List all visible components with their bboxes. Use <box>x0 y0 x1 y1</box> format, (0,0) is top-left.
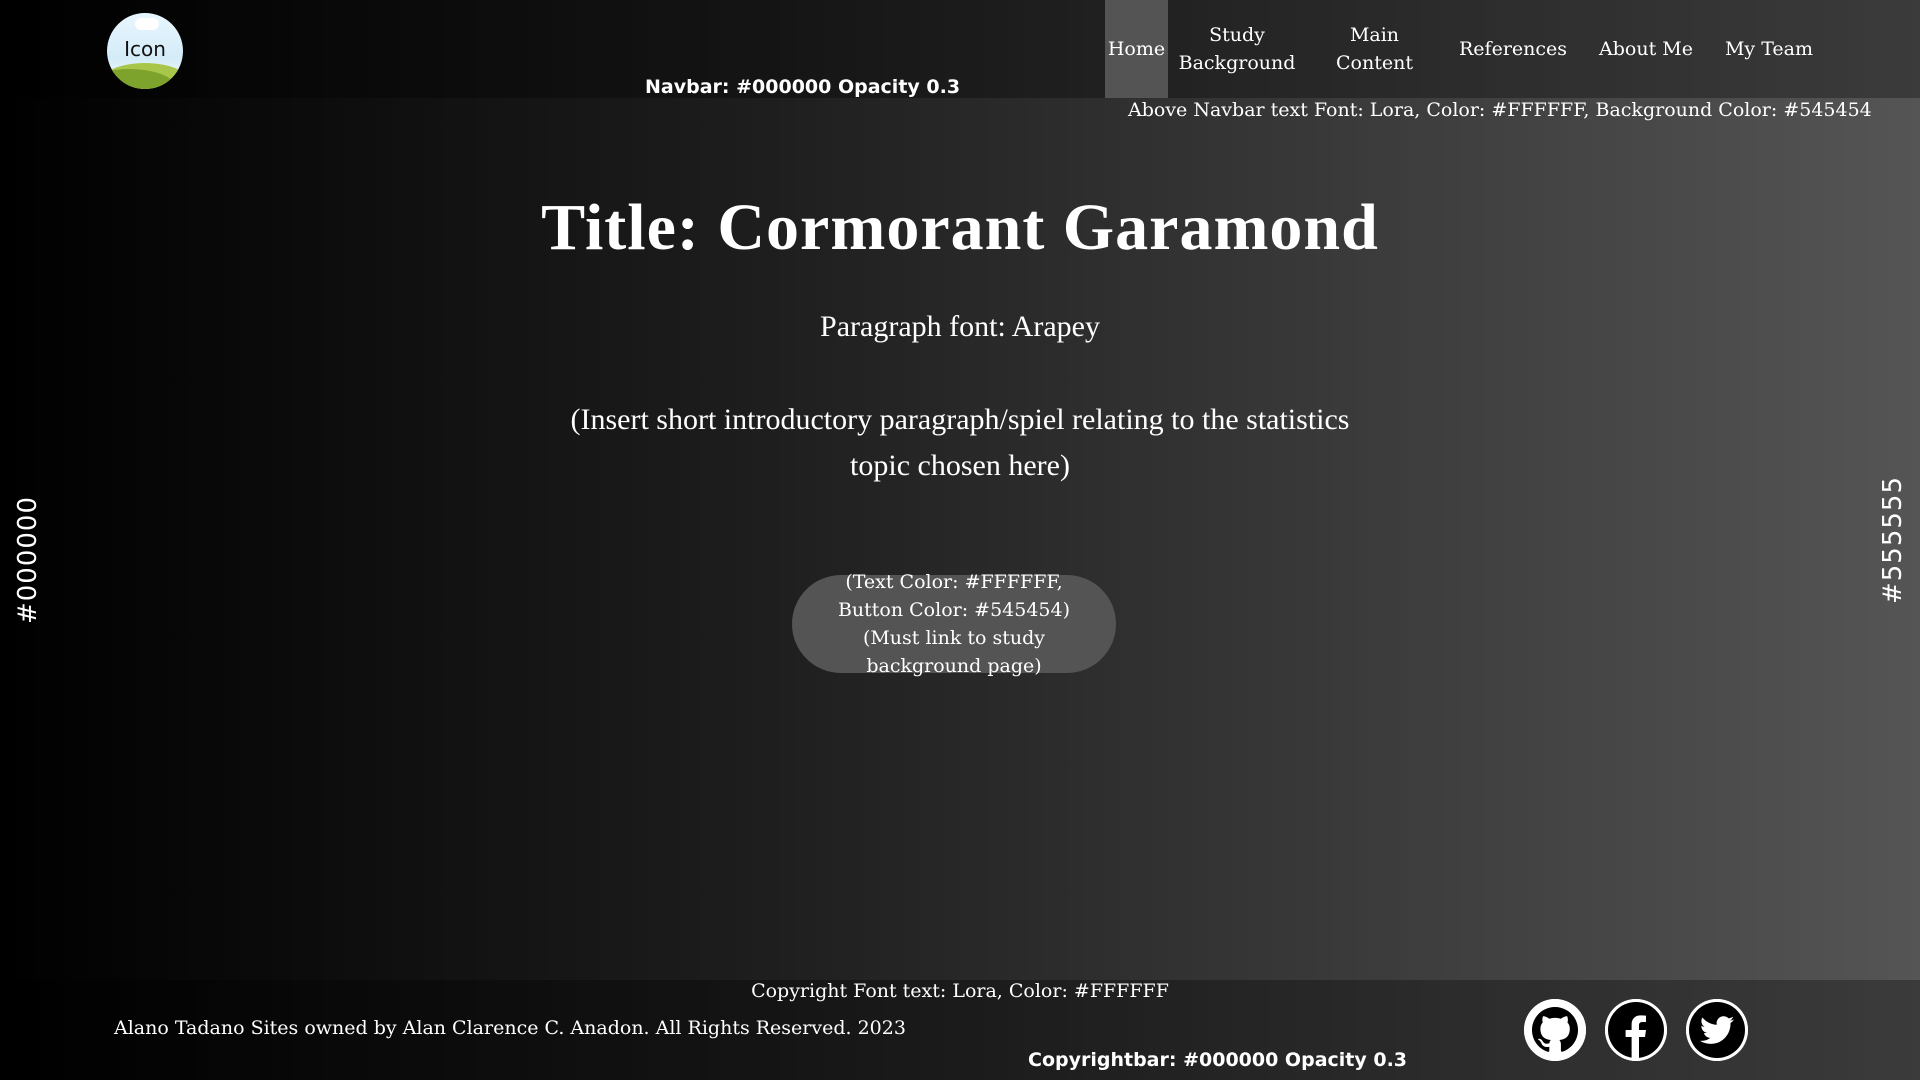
github-link[interactable] <box>1524 999 1586 1061</box>
nav-item-home[interactable]: Home <box>1105 0 1168 98</box>
study-background-button[interactable]: (Text Color: #FFFFFF, Button Color: #545… <box>792 571 1116 677</box>
twitter-link[interactable] <box>1686 999 1748 1061</box>
nav-menu: Home Study Background Main Content Refer… <box>1105 0 1829 98</box>
nav-item-about-me[interactable]: About Me <box>1583 0 1709 98</box>
nav-item-main-content[interactable]: Main Content <box>1306 0 1443 98</box>
nav-item-references[interactable]: References <box>1443 0 1583 98</box>
navbar-note: Navbar: #000000 Opacity 0.3 <box>645 76 961 98</box>
facebook-icon <box>1605 999 1667 1061</box>
nav-item-my-team[interactable]: My Team <box>1709 0 1829 98</box>
paragraph-font-note: Paragraph font: Arapey <box>820 310 1100 343</box>
nav-item-study-background[interactable]: Study Background <box>1168 0 1306 98</box>
logo-label: Icon <box>124 37 166 61</box>
page-title: Title: Cormorant Garamond <box>541 191 1379 264</box>
right-color-label: #555555 <box>1878 475 1908 605</box>
cloud-shape <box>135 18 159 30</box>
left-color-label: #000000 <box>13 495 43 625</box>
copyright-text: Alano Tadano Sites owned by Alan Clarenc… <box>114 1017 906 1039</box>
twitter-icon <box>1686 999 1748 1061</box>
logo-icon[interactable]: Icon <box>107 13 183 89</box>
github-icon <box>1524 999 1586 1061</box>
copyright-font-note-text: Copyright Font text: Lora, Color: #FFFFF… <box>751 980 1169 1002</box>
intro-paragraph: (Insert short introductory paragraph/spi… <box>570 403 1350 482</box>
navbar-style-note: Above Navbar text Font: Lora, Color: #FF… <box>1128 99 1872 121</box>
facebook-link[interactable] <box>1605 999 1667 1061</box>
copyright-bar-note: Copyrightbar: #000000 Opacity 0.3 <box>1028 1049 1408 1071</box>
